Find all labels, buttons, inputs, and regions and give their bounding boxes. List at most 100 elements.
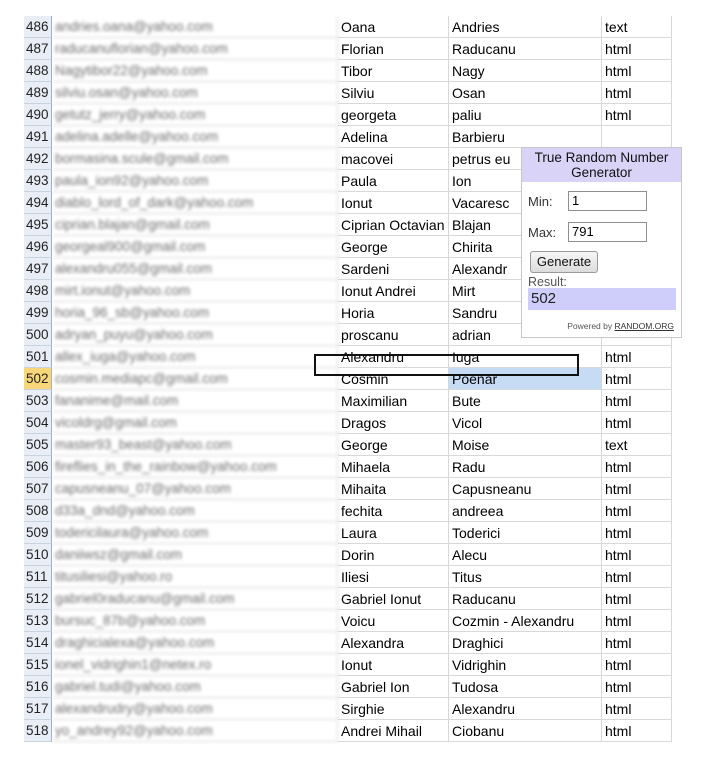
first-name-cell[interactable]: Maximilian xyxy=(338,390,449,412)
first-name-cell[interactable]: Voicu xyxy=(338,610,449,632)
last-name-cell[interactable]: paliu xyxy=(449,104,602,126)
last-name-cell[interactable]: Radu xyxy=(449,456,602,478)
last-name-cell[interactable]: Draghici xyxy=(449,632,602,654)
email-cell[interactable]: silviu.osan@yahoo.com xyxy=(52,82,338,104)
first-name-cell[interactable]: Oana xyxy=(338,16,449,38)
first-name-cell[interactable]: Andrei Mihail xyxy=(338,720,449,742)
format-cell[interactable]: html xyxy=(602,38,672,60)
row-header[interactable]: 514 xyxy=(24,632,52,654)
email-cell[interactable]: andries.oana@yahoo.com xyxy=(52,16,338,38)
first-name-cell[interactable]: Adelina xyxy=(338,126,449,148)
last-name-cell[interactable]: Capusneanu xyxy=(449,478,602,500)
row-header[interactable]: 495 xyxy=(24,214,52,236)
row-header[interactable]: 492 xyxy=(24,148,52,170)
row-header[interactable]: 503 xyxy=(24,390,52,412)
first-name-cell[interactable]: Gabriel Ionut xyxy=(338,588,449,610)
generate-button[interactable]: Generate xyxy=(530,251,598,273)
email-cell[interactable]: Nagytibor22@yahoo.com xyxy=(52,60,338,82)
format-cell[interactable]: html xyxy=(602,588,672,610)
row-header[interactable]: 513 xyxy=(24,610,52,632)
row-header[interactable]: 518 xyxy=(24,720,52,742)
first-name-cell[interactable]: Sirghie xyxy=(338,698,449,720)
last-name-cell[interactable]: Nagy xyxy=(449,60,602,82)
email-cell[interactable]: mirt.ionut@yahoo.com xyxy=(52,280,338,302)
email-cell[interactable]: yo_andrey92@yahoo.com xyxy=(52,720,338,742)
format-cell[interactable]: html xyxy=(602,654,672,676)
format-cell[interactable]: html xyxy=(602,720,672,742)
format-cell[interactable]: html xyxy=(602,698,672,720)
email-cell[interactable]: adryan_puyu@yahoo.com xyxy=(52,324,338,346)
email-cell[interactable]: bormasina.scule@gmail.com xyxy=(52,148,338,170)
email-cell[interactable]: adelina.adelle@yahoo.com xyxy=(52,126,338,148)
row-header[interactable]: 507 xyxy=(24,478,52,500)
row-header[interactable]: 508 xyxy=(24,500,52,522)
format-cell[interactable]: html xyxy=(602,544,672,566)
row-header[interactable]: 499 xyxy=(24,302,52,324)
last-name-cell[interactable]: andreea xyxy=(449,500,602,522)
first-name-cell[interactable]: Dorin xyxy=(338,544,449,566)
row-header[interactable]: 496 xyxy=(24,236,52,258)
first-name-cell[interactable]: Ionut Andrei xyxy=(338,280,449,302)
row-header[interactable]: 491 xyxy=(24,126,52,148)
email-cell[interactable]: todericilaura@yahoo.com xyxy=(52,522,338,544)
last-name-cell[interactable]: Raducanu xyxy=(449,38,602,60)
row-header[interactable]: 516 xyxy=(24,676,52,698)
email-cell[interactable]: allex_iuga@yahoo.com xyxy=(52,346,338,368)
first-name-cell[interactable]: George xyxy=(338,236,449,258)
first-name-cell[interactable]: Sardeni xyxy=(338,258,449,280)
last-name-cell[interactable]: Cozmin - Alexandru xyxy=(449,610,602,632)
row-header[interactable]: 489 xyxy=(24,82,52,104)
first-name-cell[interactable]: proscanu xyxy=(338,324,449,346)
last-name-cell[interactable]: Osan xyxy=(449,82,602,104)
email-cell[interactable]: getutz_jerry@yahoo.com xyxy=(52,104,338,126)
row-header[interactable]: 490 xyxy=(24,104,52,126)
first-name-cell[interactable]: Alexandra xyxy=(338,632,449,654)
email-cell[interactable]: ciprian.blajan@gmail.com xyxy=(52,214,338,236)
first-name-cell[interactable]: georgeta xyxy=(338,104,449,126)
last-name-cell[interactable]: Poenar xyxy=(449,368,602,390)
row-header[interactable]: 502 xyxy=(24,368,52,390)
last-name-cell[interactable]: Bute xyxy=(449,390,602,412)
row-header[interactable]: 486 xyxy=(24,16,52,38)
format-cell[interactable]: html xyxy=(602,412,672,434)
row-header[interactable]: 498 xyxy=(24,280,52,302)
max-input[interactable]: 791 xyxy=(568,222,647,242)
row-header[interactable]: 511 xyxy=(24,566,52,588)
format-cell[interactable]: html xyxy=(602,676,672,698)
last-name-cell[interactable]: Moise xyxy=(449,434,602,456)
row-header[interactable]: 504 xyxy=(24,412,52,434)
email-cell[interactable]: draghicialexa@yahoo.com xyxy=(52,632,338,654)
last-name-cell[interactable]: Raducanu xyxy=(449,588,602,610)
first-name-cell[interactable]: Silviu xyxy=(338,82,449,104)
email-cell[interactable]: horia_96_sb@yahoo.com xyxy=(52,302,338,324)
email-cell[interactable]: master93_beast@yahoo.com xyxy=(52,434,338,456)
row-header[interactable]: 509 xyxy=(24,522,52,544)
last-name-cell[interactable]: Vicol xyxy=(449,412,602,434)
email-cell[interactable]: cosmin.mediapc@gmail.com xyxy=(52,368,338,390)
last-name-cell[interactable]: Tudosa xyxy=(449,676,602,698)
email-cell[interactable]: fireflies_in_the_rainbow@yahoo.com xyxy=(52,456,338,478)
format-cell[interactable]: html xyxy=(602,456,672,478)
format-cell[interactable]: html xyxy=(602,500,672,522)
email-cell[interactable]: capusneanu_07@yahoo.com xyxy=(52,478,338,500)
last-name-cell[interactable]: Alecu xyxy=(449,544,602,566)
row-header[interactable]: 487 xyxy=(24,38,52,60)
format-cell[interactable]: html xyxy=(602,522,672,544)
row-header[interactable]: 500 xyxy=(24,324,52,346)
min-input[interactable]: 1 xyxy=(568,191,647,211)
email-cell[interactable]: paula_ion92@yahoo.com xyxy=(52,170,338,192)
row-header[interactable]: 493 xyxy=(24,170,52,192)
first-name-cell[interactable]: Dragos xyxy=(338,412,449,434)
email-cell[interactable]: diablo_lord_of_dark@yahoo.com xyxy=(52,192,338,214)
first-name-cell[interactable]: Florian xyxy=(338,38,449,60)
row-header[interactable]: 494 xyxy=(24,192,52,214)
last-name-cell[interactable]: Ciobanu xyxy=(449,720,602,742)
first-name-cell[interactable]: Alexandru xyxy=(338,346,449,368)
first-name-cell[interactable]: Paula xyxy=(338,170,449,192)
format-cell[interactable]: html xyxy=(602,566,672,588)
last-name-cell[interactable]: Barbieru xyxy=(449,126,602,148)
first-name-cell[interactable]: Gabriel Ion xyxy=(338,676,449,698)
first-name-cell[interactable]: Laura xyxy=(338,522,449,544)
row-header[interactable]: 510 xyxy=(24,544,52,566)
format-cell[interactable]: text xyxy=(602,16,672,38)
